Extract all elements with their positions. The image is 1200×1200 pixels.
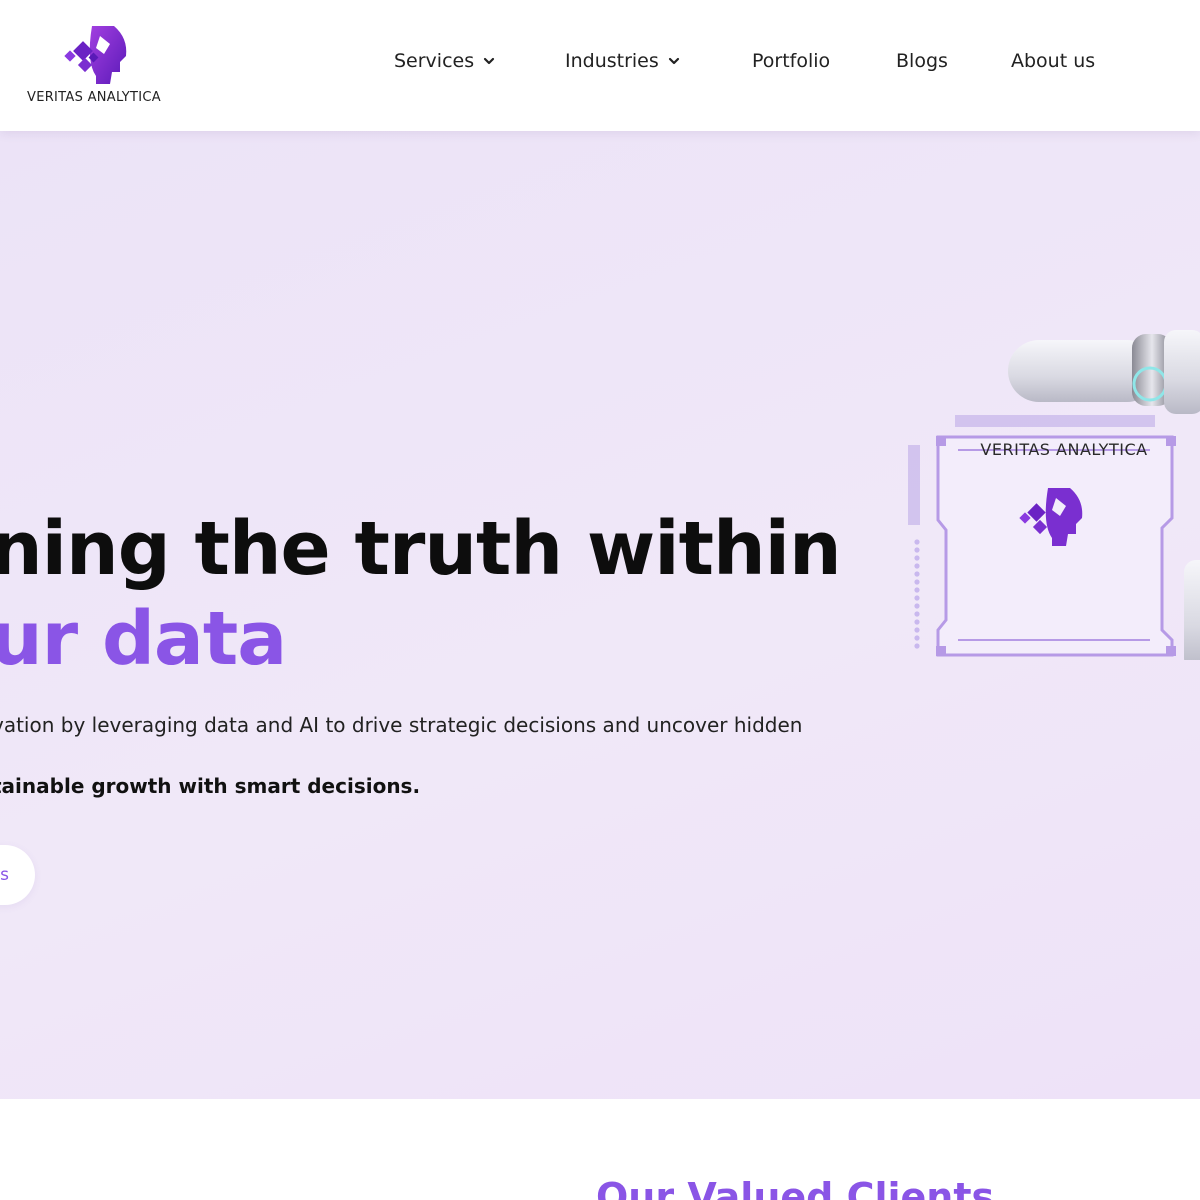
nav-item-portfolio[interactable]: Portfolio [752,50,830,72]
site-header: VERITAS ANALYTICA Services Industries Po… [0,0,1200,131]
chip-logo-text: VERITAS ANALYTICA [980,440,1148,459]
nav-item-label: Services [394,50,475,72]
hero-title-line-2: ur data [0,596,287,682]
nav-item-label: Portfolio [752,50,831,72]
nav-item-label: Blogs [896,50,948,72]
clients-section: Our Valued Clients [0,1099,1200,1200]
nav-item-label: Industries [565,50,659,72]
clients-title: Our Valued Clients [596,1175,995,1200]
robot-hand-chip-illustration [908,330,1200,660]
nav-item-industries[interactable]: Industries [565,50,681,72]
hero-cta-label: s [0,865,9,885]
main-navigation: Services Industries Portfolio Blogs Abou… [0,50,1200,80]
brand-name: VERITAS ANALYTICA [27,90,161,105]
chevron-down-icon [668,57,679,65]
nav-item-label: About us [1011,50,1096,72]
nav-item-about-us[interactable]: About us [1011,50,1095,72]
hero-title-line-1: ning the truth within [0,506,842,592]
chevron-down-icon [484,57,495,65]
nav-item-services[interactable]: Services [394,50,496,72]
hero-cta-button[interactable]: s [0,845,35,905]
nav-item-blogs[interactable]: Blogs [896,50,948,72]
hero-emphasis: tainable growth with smart decisions. [0,774,421,798]
hero-description: vation by leveraging data and AI to driv… [0,713,803,737]
